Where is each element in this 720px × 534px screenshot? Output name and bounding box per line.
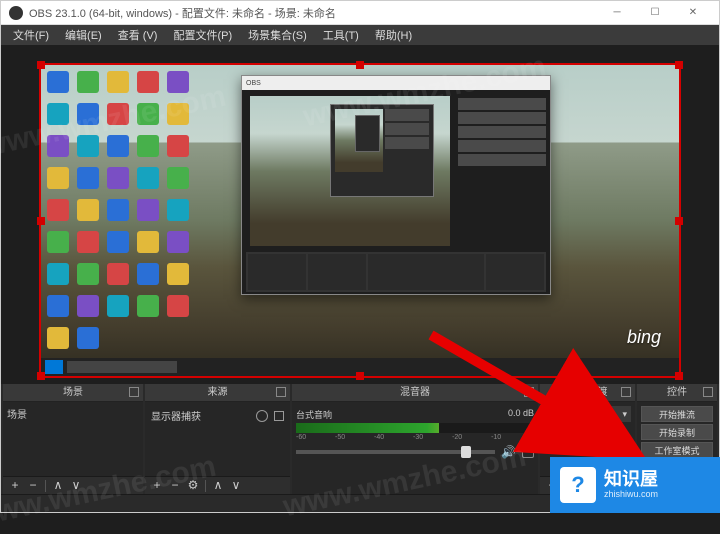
source-down-button[interactable]: ∨: [228, 479, 244, 493]
resize-handle[interactable]: [675, 217, 683, 225]
menu-view[interactable]: 查看 (V): [110, 25, 166, 45]
start-icon: [45, 360, 63, 374]
visibility-icon[interactable]: [256, 410, 268, 422]
menu-file[interactable]: 文件(F): [5, 25, 57, 45]
resize-handle[interactable]: [37, 61, 45, 69]
mixer-track-name: 台式音响: [296, 408, 332, 421]
nested-window-2: [330, 104, 434, 197]
taskbar-search: [67, 361, 177, 373]
mixer-track: 台式音响 0.0 dB -60-50-40-30-20-100 🔊: [296, 408, 534, 459]
nested-controls: [458, 98, 546, 246]
preview-canvas[interactable]: bing OBS: [39, 63, 681, 378]
menu-profile[interactable]: 配置文件(P): [165, 25, 240, 45]
brand-overlay: ? 知识屋 zhishiwu.com: [550, 457, 720, 513]
nested-window-3: [355, 115, 380, 152]
popout-icon[interactable]: [621, 387, 631, 397]
minimize-button[interactable]: ─: [599, 2, 635, 24]
add-source-button[interactable]: +: [149, 479, 165, 493]
menu-help[interactable]: 帮助(H): [367, 25, 420, 45]
mixer-level: 0.0 dB: [508, 408, 534, 421]
speaker-icon[interactable]: 🔊: [501, 445, 516, 459]
nested-panels: [246, 252, 546, 292]
remove-scene-button[interactable]: −: [25, 479, 41, 493]
source-up-button[interactable]: ∧: [210, 479, 226, 493]
popout-icon[interactable]: [129, 387, 139, 397]
transition-select[interactable]: 淡出 ▾: [544, 406, 631, 422]
add-scene-button[interactable]: +: [7, 479, 23, 493]
panel-controls-header: 控件: [637, 384, 717, 402]
resize-handle[interactable]: [675, 372, 683, 380]
start-record-button[interactable]: 开始录制: [641, 424, 713, 440]
sources-list[interactable]: 显示器捕获: [145, 402, 290, 476]
brand-icon: ?: [560, 467, 596, 503]
slider-knob[interactable]: [461, 446, 471, 458]
captured-desktop: bing OBS: [41, 65, 679, 376]
titlebar: OBS 23.1.0 (64-bit, windows) - 配置文件: 未命名…: [1, 1, 719, 25]
start-stream-button[interactable]: 开始推流: [641, 406, 713, 422]
source-item[interactable]: 显示器捕获: [149, 406, 286, 425]
bing-logo: bing: [627, 327, 661, 348]
close-button[interactable]: ✕: [675, 2, 711, 24]
brand-url: zhishiwu.com: [604, 490, 658, 500]
resize-handle[interactable]: [675, 61, 683, 69]
studio-mode-button[interactable]: 工作室模式: [641, 442, 713, 458]
popout-icon[interactable]: [524, 387, 534, 397]
nested-preview: [250, 96, 450, 246]
panel-scenes: 场景 场景 + − ∧ ∨: [3, 384, 143, 494]
track-settings-button[interactable]: [522, 446, 534, 458]
remove-source-button[interactable]: −: [167, 479, 183, 493]
panel-mixer-header: 混音器: [292, 384, 538, 402]
desktop-icons: [47, 71, 193, 357]
panel-scenes-header: 场景: [3, 384, 143, 402]
menu-edit[interactable]: 编辑(E): [57, 25, 110, 45]
scene-up-button[interactable]: ∧: [50, 479, 66, 493]
panel-transitions-header: 场景过渡: [540, 384, 635, 402]
audio-meter: [296, 423, 534, 433]
panel-sources-header: 来源: [145, 384, 290, 402]
panel-sources: 来源 显示器捕获 + − ⚙ ∧ ∨: [145, 384, 290, 494]
popout-icon[interactable]: [276, 387, 286, 397]
app-window: OBS 23.1.0 (64-bit, windows) - 配置文件: 未命名…: [0, 0, 720, 513]
panel-mixer: 混音器 台式音响 0.0 dB -60-50-40-30-20-100: [292, 384, 538, 494]
preview-area: bing OBS: [1, 45, 719, 384]
window-title: OBS 23.1.0 (64-bit, windows) - 配置文件: 未命名…: [29, 5, 336, 21]
chevron-down-icon: ▾: [622, 409, 627, 420]
nested-titlebar: OBS: [242, 76, 550, 90]
resize-handle[interactable]: [37, 217, 45, 225]
nested-window-1: OBS: [241, 75, 551, 295]
menu-scene-collection[interactable]: 场景集合(S): [240, 25, 315, 45]
volume-slider[interactable]: [296, 450, 495, 454]
scene-down-button[interactable]: ∨: [68, 479, 84, 493]
lock-icon[interactable]: [274, 411, 284, 421]
resize-handle[interactable]: [356, 372, 364, 380]
resize-handle[interactable]: [356, 61, 364, 69]
popout-icon[interactable]: [703, 387, 713, 397]
scenes-list[interactable]: 场景: [3, 402, 143, 476]
menubar: 文件(F) 编辑(E) 查看 (V) 配置文件(P) 场景集合(S) 工具(T)…: [1, 25, 719, 45]
source-settings-button[interactable]: ⚙: [185, 479, 201, 493]
resize-handle[interactable]: [37, 372, 45, 380]
app-body: bing OBS: [1, 45, 719, 512]
brand-name: 知识屋: [604, 470, 658, 490]
meter-ticks: -60-50-40-30-20-100: [296, 434, 534, 441]
source-label: 显示器捕获: [151, 408, 201, 423]
scene-item[interactable]: 场景: [7, 406, 139, 421]
maximize-button[interactable]: ☐: [637, 2, 673, 24]
transition-selected: 淡出: [548, 408, 566, 421]
app-icon: [9, 6, 23, 20]
menu-tools[interactable]: 工具(T): [315, 25, 367, 45]
